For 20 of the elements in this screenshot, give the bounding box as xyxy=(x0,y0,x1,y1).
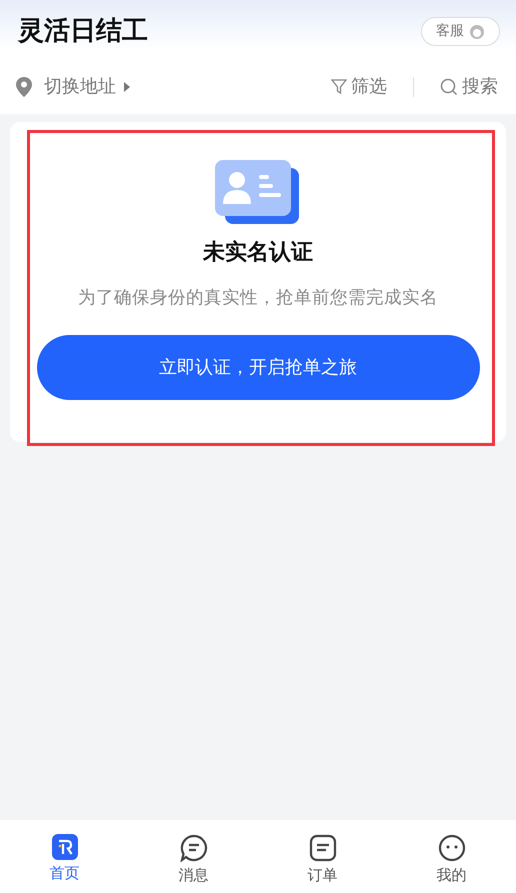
filter-icon xyxy=(331,78,347,94)
card-title: 未实名认证 xyxy=(203,239,313,267)
search-button[interactable]: 搜索 xyxy=(440,73,498,100)
tab-bar-item[interactable]: 订单 xyxy=(258,820,387,893)
customer-service-button[interactable]: 客服 xyxy=(421,17,500,46)
smiley-face-icon xyxy=(438,834,466,862)
tab-bar-item[interactable]: 消息 xyxy=(129,820,258,893)
app-title: 灵活日结工 xyxy=(18,15,148,48)
tab-bar-item[interactable]: 首页 xyxy=(0,820,129,893)
card-description: 为了确保身份的真实性，抢单前您需完成实名 xyxy=(78,287,438,310)
order-list-icon xyxy=(308,834,336,862)
verify-button[interactable]: 立即认证，开启抢单之旅 xyxy=(36,335,480,400)
search-icon xyxy=(440,78,458,96)
location-link[interactable]: 切换地址 xyxy=(16,73,130,100)
tab-bar-item[interactable]: 我的 xyxy=(387,820,516,893)
home-tab-icon xyxy=(52,834,78,860)
chat-bubble-icon xyxy=(180,834,208,862)
caret-icon xyxy=(124,82,130,92)
location-pin-icon xyxy=(16,76,32,96)
filter-button[interactable]: 筛选 xyxy=(331,73,387,100)
